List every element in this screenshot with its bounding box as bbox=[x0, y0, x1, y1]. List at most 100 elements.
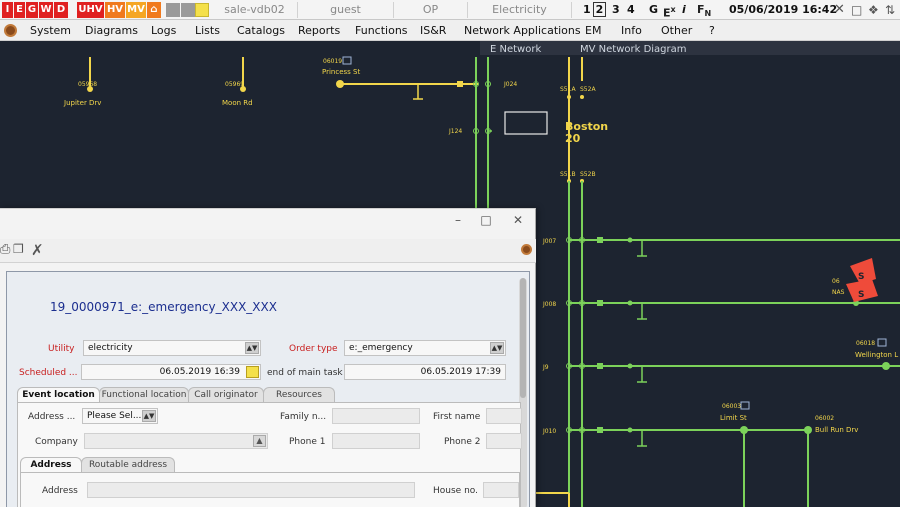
subtab-routable-address[interactable]: Routable address bbox=[81, 457, 175, 472]
subtab-address[interactable]: Address bbox=[20, 457, 82, 472]
flag-d[interactable]: D bbox=[54, 2, 68, 18]
tool-g-button[interactable]: G bbox=[649, 2, 658, 18]
tab-mv-network-diagram[interactable]: MV Network Diagram bbox=[580, 44, 687, 55]
menu-catalogs[interactable]: Catalogs bbox=[237, 20, 285, 41]
chevron-down-icon[interactable]: ▲▼ bbox=[245, 342, 259, 354]
label-s51a: S51A bbox=[560, 86, 576, 93]
utility-label: Utility bbox=[48, 344, 75, 354]
menu-reports[interactable]: Reports bbox=[298, 20, 340, 41]
end-main-task-input[interactable]: 06.05.2019 17:39 bbox=[344, 364, 506, 380]
grey-indicator-1[interactable] bbox=[166, 3, 180, 17]
menu-other[interactable]: Other bbox=[661, 20, 692, 41]
menu-functions[interactable]: Functions bbox=[355, 20, 408, 41]
breaker-j008[interactable] bbox=[597, 300, 603, 306]
family-name-label: Family n... bbox=[280, 412, 327, 422]
page-3-button[interactable]: 3 bbox=[612, 2, 620, 18]
tap-j9[interactable] bbox=[627, 363, 633, 369]
close-dialog-icon[interactable]: ✕ bbox=[510, 212, 526, 228]
breaker-j007[interactable] bbox=[597, 237, 603, 243]
alert-flag-icon[interactable]: S S bbox=[846, 258, 878, 302]
tap-j007[interactable] bbox=[627, 237, 633, 243]
calendar-icon[interactable] bbox=[246, 366, 259, 378]
flag-w[interactable]: W bbox=[39, 2, 53, 18]
company-lookup-icon[interactable]: ▲ bbox=[253, 435, 266, 447]
menu-help[interactable]: ? bbox=[709, 20, 715, 41]
voltage-mv[interactable]: MV bbox=[126, 2, 146, 18]
help-icon[interactable]: ❖ bbox=[868, 2, 879, 18]
company-input[interactable]: ▲ bbox=[84, 433, 268, 449]
flag-i[interactable]: I bbox=[2, 2, 13, 18]
breaker-j010[interactable] bbox=[597, 427, 603, 433]
address-select-label: Address ... bbox=[28, 412, 76, 422]
flag-e[interactable]: E bbox=[14, 2, 25, 18]
voltage-hv[interactable]: HV bbox=[105, 2, 125, 18]
info-box-princess[interactable] bbox=[342, 56, 352, 65]
order-type-select[interactable]: e:_emergency ▲▼ bbox=[344, 340, 506, 356]
phone-1-label: Phone 1 bbox=[289, 437, 326, 447]
grey-indicator-2[interactable] bbox=[181, 3, 195, 17]
label-06: 06 bbox=[832, 278, 840, 285]
label-nas: NAS bbox=[832, 289, 845, 296]
house-number-input[interactable] bbox=[483, 482, 519, 498]
maximize-icon[interactable]: □ bbox=[478, 212, 494, 228]
menu-diagrams[interactable]: Diagrams bbox=[85, 20, 138, 41]
voltage-uhv[interactable]: UHV bbox=[77, 2, 104, 18]
chevron-down-icon[interactable]: ▲▼ bbox=[490, 342, 504, 354]
scheduled-input[interactable]: 06.05.2019 16:39 bbox=[81, 364, 261, 380]
page-4-button[interactable]: 4 bbox=[627, 2, 635, 18]
minimize-icon[interactable]: – bbox=[450, 212, 466, 228]
menu-info[interactable]: Info bbox=[621, 20, 642, 41]
tab-event-location[interactable]: Event location bbox=[17, 387, 100, 402]
page-2-button[interactable]: 2 bbox=[593, 2, 606, 17]
menu-network-applications[interactable]: Network Applications bbox=[464, 20, 581, 41]
info-box-wellington[interactable] bbox=[877, 338, 887, 347]
substation-box[interactable] bbox=[504, 111, 548, 135]
close-icon[interactable]: ✕ bbox=[834, 2, 845, 18]
tool-ex-button[interactable]: Ex bbox=[663, 2, 676, 22]
address-input[interactable] bbox=[87, 482, 415, 498]
node-s52a[interactable] bbox=[580, 95, 584, 99]
label-j007: J007 bbox=[542, 238, 556, 245]
breaker-princess[interactable] bbox=[457, 81, 463, 87]
first-name-input[interactable] bbox=[486, 408, 522, 424]
tap-j008[interactable] bbox=[627, 300, 633, 306]
breaker-j9[interactable] bbox=[597, 363, 603, 369]
node-wellington[interactable] bbox=[882, 362, 890, 370]
address-label: Address bbox=[42, 486, 78, 496]
tab-e-network[interactable]: E Network bbox=[490, 44, 541, 55]
menu-em[interactable]: EM bbox=[585, 20, 601, 41]
expand-icon[interactable]: □ bbox=[851, 2, 862, 18]
info-box-limit[interactable] bbox=[740, 401, 750, 410]
address-select[interactable]: Please Sel... ▲▼ bbox=[82, 408, 158, 424]
menu-isr[interactable]: IS&R bbox=[420, 20, 446, 41]
menu-system[interactable]: System bbox=[30, 20, 71, 41]
chevron-down-icon[interactable]: ▲▼ bbox=[142, 410, 156, 422]
copy-icon[interactable]: ❐ bbox=[13, 242, 24, 256]
diagram-tab-strip bbox=[480, 41, 900, 55]
tab-resources[interactable]: Resources bbox=[263, 387, 335, 402]
utility-select[interactable]: electricity ▲▼ bbox=[83, 340, 261, 356]
form-scrollbar-thumb[interactable] bbox=[520, 278, 526, 398]
event-location-panel: Address ... Please Sel... ▲▼ Family n...… bbox=[17, 402, 522, 507]
phone-1-input[interactable] bbox=[332, 433, 420, 449]
note-icon[interactable] bbox=[195, 3, 209, 17]
trash-icon[interactable]: ⌂ bbox=[147, 2, 161, 18]
scheduled-value: 06.05.2019 16:39 bbox=[159, 367, 240, 377]
tap-j010[interactable] bbox=[627, 427, 633, 433]
label-06018: 06018 bbox=[856, 340, 875, 347]
swap-icon[interactable]: ⇅ bbox=[885, 2, 895, 18]
phone-2-input[interactable] bbox=[486, 433, 522, 449]
info-icon[interactable]: i bbox=[682, 2, 686, 18]
tab-call-originator[interactable]: Call originator bbox=[188, 387, 264, 402]
family-name-input[interactable] bbox=[332, 408, 420, 424]
settings-icon[interactable] bbox=[521, 244, 532, 255]
menu-logs[interactable]: Logs bbox=[151, 20, 176, 41]
print-icon[interactable]: ⎙ bbox=[0, 242, 10, 257]
label-j9: J9 bbox=[542, 364, 549, 371]
menu-lists[interactable]: Lists bbox=[195, 20, 220, 41]
node-princess[interactable] bbox=[336, 80, 344, 88]
page-1-button[interactable]: 1 bbox=[583, 2, 591, 18]
tab-functional-location[interactable]: Functional location bbox=[99, 387, 189, 402]
cancel-icon[interactable]: ✗ bbox=[31, 241, 44, 259]
flag-g[interactable]: G bbox=[26, 2, 38, 18]
